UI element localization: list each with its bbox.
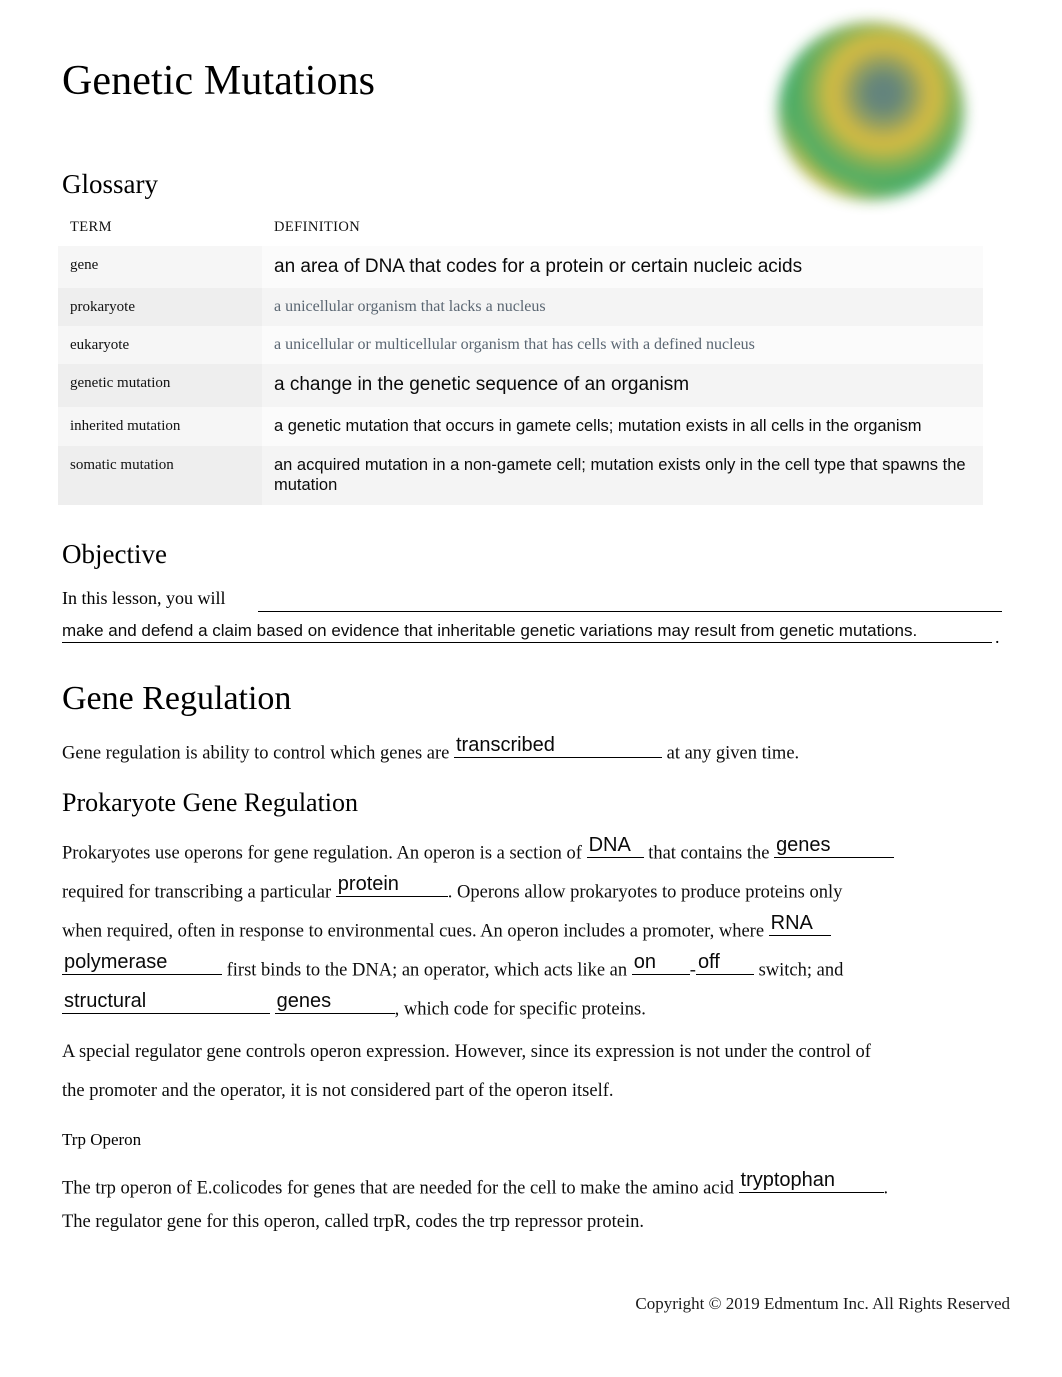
blank-dna[interactable]: DNA xyxy=(586,835,644,859)
blank-genes-1[interactable]: genes xyxy=(774,835,895,859)
blank-off[interactable]: off xyxy=(695,952,754,976)
sentence-text: at any given time. xyxy=(666,743,800,764)
sentence-text: required for transcribing a particular xyxy=(62,882,332,903)
prokaryote-line-3: when required, often in response to envi… xyxy=(62,913,831,942)
sentence-text: switch; and xyxy=(758,960,844,981)
blank-protein[interactable]: protein xyxy=(335,874,448,898)
document-page: Genetic Mutations Glossary TERM DEFINITI… xyxy=(0,0,1062,1377)
answer-protein[interactable]: protein xyxy=(338,874,399,894)
trp-operon-heading: Trp Operon xyxy=(62,1130,142,1149)
blank-genes-2[interactable]: genes xyxy=(274,991,395,1015)
definition-answer[interactable]: a genetic mutation that occurs in gamete… xyxy=(274,417,921,435)
prokaryote-line-4: polymerase first binds to the DNA; an op… xyxy=(62,952,844,981)
term-label: gene xyxy=(70,257,99,273)
definition-printed: a unicellular organism that lacks a nucl… xyxy=(274,298,546,316)
blank-rna[interactable]: RNA xyxy=(768,913,831,937)
objective-blank-rule-1[interactable] xyxy=(258,611,1002,612)
blank-tryptophan[interactable]: tryptophan xyxy=(738,1170,884,1194)
prokaryote-line-2: required for transcribing a particular p… xyxy=(62,874,843,903)
definition-answer[interactable]: an acquired mutation in a non-gamete cel… xyxy=(274,456,966,493)
objective-answer[interactable]: make and defend a claim based on evidenc… xyxy=(62,621,917,641)
answer-tryptophan[interactable]: tryptophan xyxy=(741,1170,836,1190)
answer-rna[interactable]: RNA xyxy=(771,913,813,933)
objective-heading: Objective xyxy=(62,539,167,569)
cell-division-illustration-icon xyxy=(778,22,964,200)
copyright-footer: Copyright © 2019 Edmentum Inc. All Right… xyxy=(635,1294,1010,1313)
definition-answer[interactable]: an area of DNA that codes for a protein … xyxy=(274,256,802,277)
objective-period: . xyxy=(995,627,1000,647)
sentence-text: Prokaryotes use operons for gene regulat… xyxy=(62,843,582,864)
sentence-text: . xyxy=(883,1178,889,1199)
term-label: inherited mutation xyxy=(70,417,181,434)
gene-regulation-sentence: Gene regulation is ability to control wh… xyxy=(62,735,800,764)
blank-transcribed[interactable]: transcribed xyxy=(453,735,662,759)
blank-polymerase[interactable]: polymerase xyxy=(62,952,222,976)
blank-on[interactable]: on xyxy=(631,952,690,976)
sentence-text: first binds to the DNA; an operator, whi… xyxy=(226,960,628,981)
objective-prompt: In this lesson, you will xyxy=(62,588,226,608)
sentence-text: Gene regulation is ability to control wh… xyxy=(62,743,450,764)
table-header-row: TERM DEFINITION xyxy=(58,208,983,246)
definition-answer[interactable]: a change in the genetic sequence of an o… xyxy=(274,374,689,395)
answer-genes-1[interactable]: genes xyxy=(776,835,831,855)
sentence-text: that contains the xyxy=(648,843,770,864)
trp-operon-line-2: The regulator gene for this operon, call… xyxy=(62,1212,645,1232)
blank-structural[interactable]: structural xyxy=(62,991,270,1015)
answer-genes-2[interactable]: genes xyxy=(277,991,332,1011)
prokaryote-line-5: structural genes , which code for specifi… xyxy=(62,991,646,1020)
trp-operon-line-1: The trp operon of E.colicodes for genes … xyxy=(62,1170,889,1199)
prokaryote-line-1: Prokaryotes use operons for gene regulat… xyxy=(62,835,895,864)
sentence-text: , which code for specific proteins. xyxy=(394,999,646,1020)
column-header-term: TERM xyxy=(70,219,112,235)
table-row: prokaryote a unicellular organism that l… xyxy=(58,288,983,327)
sentence-text: . Operons allow prokaryotes to produce p… xyxy=(447,882,843,903)
answer-off[interactable]: off xyxy=(698,952,720,972)
answer-dna[interactable]: DNA xyxy=(589,835,631,855)
table-row: inherited mutation a genetic mutation th… xyxy=(58,406,983,447)
objective-blank-rule-2[interactable] xyxy=(62,642,992,643)
column-header-definition: DEFINITION xyxy=(274,219,361,235)
regulator-paragraph-line-2: the promoter and the operator, it is not… xyxy=(62,1081,614,1101)
answer-on[interactable]: on xyxy=(634,952,656,972)
term-label: prokaryote xyxy=(70,299,135,316)
regulator-paragraph-line-1: A special regulator gene controls operon… xyxy=(62,1042,871,1062)
term-label: eukaryote xyxy=(70,337,130,354)
glossary-heading: Glossary xyxy=(62,169,158,199)
sentence-text: when required, often in response to envi… xyxy=(62,921,765,942)
gene-regulation-heading: Gene Regulation xyxy=(62,680,292,717)
table-row: gene an area of DNA that codes for a pro… xyxy=(58,246,983,289)
sentence-text: The trp operon of E.colicodes for genes … xyxy=(62,1178,734,1199)
definition-printed: a unicellular or multicellular organism … xyxy=(274,336,755,354)
answer-polymerase[interactable]: polymerase xyxy=(64,952,167,972)
table-row: genetic mutation a change in the genetic… xyxy=(58,364,983,407)
answer-structural[interactable]: structural xyxy=(64,991,146,1011)
table-row: somatic mutation an acquired mutation in… xyxy=(58,446,983,506)
page-title: Genetic Mutations xyxy=(62,58,376,104)
term-label: genetic mutation xyxy=(70,375,171,392)
glossary-table: TERM DEFINITION gene an area of DNA that… xyxy=(58,208,983,506)
term-label: somatic mutation xyxy=(70,457,174,474)
prokaryote-gene-regulation-heading: Prokaryote Gene Regulation xyxy=(62,788,359,817)
table-row: eukaryote a unicellular or multicellular… xyxy=(58,326,983,365)
answer-transcribed[interactable]: transcribed xyxy=(456,735,555,755)
